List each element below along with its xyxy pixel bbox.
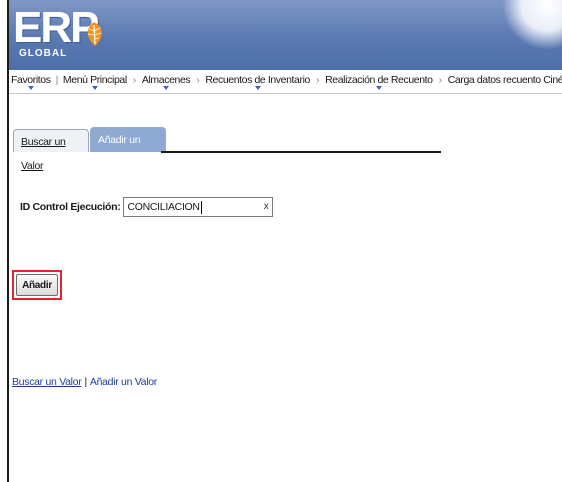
tab-underline — [161, 151, 441, 153]
header-glow — [502, 0, 562, 50]
footer-links: Buscar un Valor | Añadir un Valor — [12, 376, 157, 388]
nav-carga-datos[interactable]: Carga datos recuento Cinépolis — [446, 74, 562, 86]
link-buscar-valor[interactable]: Buscar un Valor — [12, 376, 82, 388]
id-control-value: CONCILIACION — [127, 201, 200, 213]
tab-buscar-valor[interactable]: Buscar un Valor — [13, 129, 89, 172]
id-control-input[interactable]: CONCILIACION x — [123, 197, 274, 217]
dropdown-arrow-icon — [375, 86, 382, 90]
app-header: ERP GLOBAL — [9, 0, 562, 70]
id-control-row: ID Control Ejecución: CONCILIACION x — [20, 197, 274, 217]
chevron-right-icon: › — [132, 74, 137, 86]
add-button-highlight: Añadir — [12, 270, 62, 300]
text-caret — [200, 200, 202, 214]
leaf-icon — [87, 22, 102, 46]
chevron-right-icon: › — [196, 74, 200, 86]
dropdown-arrow-icon — [254, 86, 261, 90]
dropdown-arrow-icon — [163, 86, 170, 90]
dropdown-arrow-icon — [91, 86, 98, 90]
window-frame — [0, 0, 9, 482]
nav-divider: | — [55, 74, 59, 86]
link-anadir-valor[interactable]: Añadir un Valor — [90, 376, 157, 388]
add-button[interactable]: Añadir — [16, 274, 58, 296]
clear-icon[interactable]: x — [264, 201, 269, 212]
erp-global-logo: ERP GLOBAL — [13, 4, 105, 66]
chevron-right-icon: › — [438, 74, 443, 86]
tab-anadir-valor[interactable]: Añadir un Valor — [90, 127, 166, 170]
footer-divider: | — [84, 376, 87, 388]
nav-recuentos-inventario[interactable]: Recuentos de Inventario — [203, 74, 312, 90]
nav-almacenes[interactable]: Almacenes — [140, 74, 192, 90]
id-control-label: ID Control Ejecución: — [20, 201, 121, 213]
chevron-right-icon: › — [315, 74, 320, 86]
nav-menu-principal[interactable]: Menú Principal — [61, 74, 129, 90]
breadcrumb: Favoritos | Menú Principal › Almacenes ›… — [9, 70, 562, 94]
nav-realizacion-recuento[interactable]: Realización de Recuento — [323, 74, 435, 90]
logo-sub-text: GLOBAL — [19, 48, 68, 59]
nav-favoritos[interactable]: Favoritos — [9, 74, 53, 90]
tab-bar: Buscar un Valor Añadir un Valor — [9, 127, 562, 172]
dropdown-arrow-icon — [27, 86, 34, 90]
